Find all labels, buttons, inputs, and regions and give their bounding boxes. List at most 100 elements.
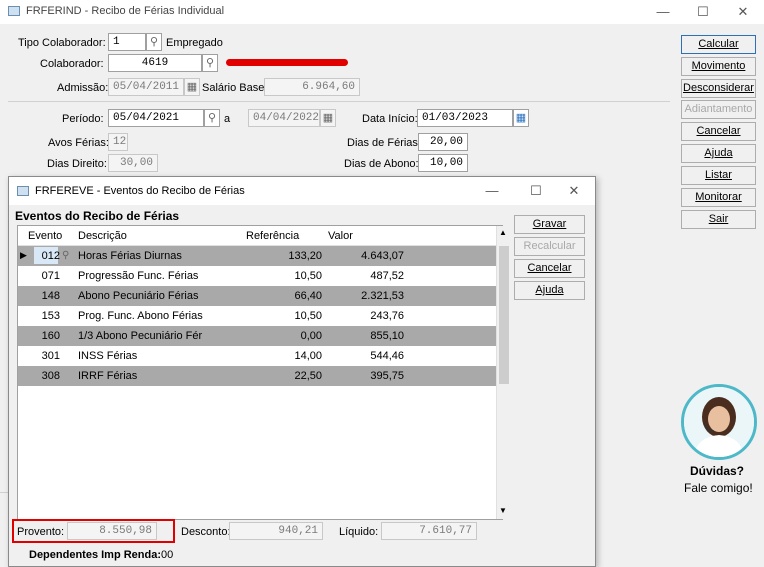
colaborador-label: Colaborador: [40, 58, 104, 70]
cell-referencia: 66,40 [294, 290, 322, 302]
periodo-a-label: a [224, 113, 231, 125]
support-agent-icon [684, 387, 754, 457]
table-row[interactable]: 148 Abono Pecuniário Férias 66,40 2.321,53 [18, 286, 502, 306]
bottom-divider [0, 492, 8, 493]
table-row[interactable]: 160 1/3 Abono Pecuniário Fér 0,00 855,10 [18, 326, 502, 346]
dialog-close-button[interactable]: ✕ [563, 183, 585, 199]
scroll-up-icon[interactable]: ▲ [499, 228, 507, 237]
cell-evento: 301 [41, 350, 60, 362]
ajuda-button[interactable]: Ajuda [681, 144, 756, 163]
dialog-minimize-button[interactable]: — [481, 183, 503, 199]
provento-label: Provento: [17, 526, 65, 538]
cell-valor: 544,46 [370, 350, 404, 362]
inicio-input[interactable]: 01/03/2023 [417, 109, 513, 127]
cell-valor: 4.643,07 [361, 250, 404, 262]
title-bar: FRFERIND - Recibo de Férias Individual —… [0, 0, 764, 24]
table-row[interactable]: 071 Progressão Func. Férias 10,50 487,52 [18, 266, 502, 286]
periodo-to-calendar-icon: ▦ [320, 109, 336, 127]
desconto-input: 940,21 [229, 522, 323, 540]
tipo-input[interactable]: 1 [108, 33, 146, 51]
cell-descricao: Horas Férias Diurnas [78, 250, 182, 262]
row-indicator-icon: ▶ [20, 250, 27, 260]
cell-evento: 153 [41, 310, 60, 322]
recalcular-button: Recalcular [514, 237, 585, 256]
periodo-label: Período: [62, 113, 104, 125]
table-row[interactable]: 308 IRRF Férias 22,50 395,75 [18, 366, 502, 386]
table-row[interactable]: 301 INSS Férias 14,00 544,46 [18, 346, 502, 366]
cell-valor: 487,52 [370, 270, 404, 282]
cell-referencia: 22,50 [294, 370, 322, 382]
admissao-input: 05/04/2011 [108, 78, 184, 96]
cell-evento: 071 [41, 270, 60, 282]
help-subtitle: Fale comigo! [684, 481, 753, 495]
app-icon [8, 6, 20, 16]
cell-evento: 148 [41, 290, 60, 302]
scroll-down-icon[interactable]: ▼ [499, 506, 507, 515]
listar-button[interactable]: Listar [681, 166, 756, 185]
maximize-button[interactable]: ☐ [692, 4, 714, 20]
table-row[interactable]: ▶ ⚲ 012 Horas Férias Diurnas 133,20 4.643,07 [18, 246, 502, 266]
sair-button[interactable]: Sair [681, 210, 756, 229]
dependentes-label: Dependentes Imp Renda: [29, 549, 162, 561]
help-avatar[interactable] [681, 384, 757, 460]
minimize-button[interactable]: — [652, 4, 674, 20]
table-row[interactable]: 153 Prog. Func. Abono Férias 10,50 243,76 [18, 306, 502, 326]
movimento-button[interactable]: Movimento [681, 57, 756, 76]
abono-input[interactable]: 10,00 [418, 154, 468, 172]
inicio-calendar-icon[interactable]: ▦ [513, 109, 529, 127]
adiantamento-button: Adiantamento [681, 100, 756, 119]
liquido-input: 7.610,77 [381, 522, 477, 540]
tipo-label: Tipo Colaborador: [18, 37, 106, 49]
col-referencia: Referência [246, 230, 300, 242]
dias-ferias-input[interactable]: 20,00 [418, 133, 468, 151]
dialog-maximize-button[interactable]: ☐ [525, 183, 547, 199]
dialog-title-bar: FRFEREVE - Eventos do Recibo de Férias —… [9, 177, 595, 205]
provento-input: 8.550,98 [67, 522, 157, 540]
avos-label: Avos Férias: [48, 137, 109, 149]
cell-referencia: 10,50 [294, 310, 322, 322]
row-search-icon[interactable]: ⚲ [62, 250, 69, 261]
inicio-label: Data Início: [362, 113, 418, 125]
cell-evento: 160 [41, 330, 60, 342]
periodo-search-icon[interactable]: ⚲ [204, 109, 220, 127]
direito-input: 30,00 [108, 154, 158, 172]
cell-evento: 012 [41, 250, 60, 262]
desconsiderar-button[interactable]: Desconsiderar [681, 79, 756, 98]
cell-descricao: Progressão Func. Férias [78, 270, 199, 282]
cell-descricao: INSS Férias [78, 350, 138, 362]
cell-valor: 855,10 [370, 330, 404, 342]
abono-label: Dias de Abono: [344, 158, 419, 170]
cancelar-button[interactable]: Cancelar [681, 122, 756, 141]
scroll-thumb[interactable] [499, 246, 509, 384]
colaborador-input[interactable]: 4619 [108, 54, 202, 72]
cell-valor: 395,75 [370, 370, 404, 382]
tipo-desc: Empregado [166, 37, 223, 49]
cell-descricao: Prog. Func. Abono Férias [78, 310, 203, 322]
calcular-button[interactable]: Calcular [681, 35, 756, 54]
close-button[interactable]: ✕ [732, 4, 754, 20]
liquido-label: Líquido: [339, 526, 379, 538]
eventos-grid[interactable]: Evento Descrição Referência Valor ▶ ⚲ 012 H… [17, 225, 510, 520]
periodo-from-input[interactable]: 05/04/2021 [108, 109, 204, 127]
col-valor: Valor [328, 230, 353, 242]
admissao-calendar-icon: ▦ [184, 78, 200, 96]
cell-valor: 243,76 [370, 310, 404, 322]
salario-input: 6.964,60 [264, 78, 360, 96]
direito-label: Dias Direito: [47, 158, 107, 170]
gravar-button[interactable]: Gravar [514, 215, 585, 234]
cell-valor: 2.321,53 [361, 290, 404, 302]
cell-referencia: 0,00 [300, 330, 322, 342]
col-evento: Evento [28, 230, 63, 242]
dialog-heading: Eventos do Recibo de Férias [15, 209, 180, 223]
cell-referencia: 133,20 [288, 250, 322, 262]
tipo-search-icon[interactable]: ⚲ [146, 33, 162, 51]
colaborador-search-icon[interactable]: ⚲ [202, 54, 218, 72]
dialog-cancelar-button[interactable]: Cancelar [514, 259, 585, 278]
dialog-ajuda-button[interactable]: Ajuda [514, 281, 585, 300]
monitorar-button[interactable]: Monitorar [681, 188, 756, 207]
grid-scrollbar[interactable]: ▲ ▼ [496, 226, 510, 519]
periodo-to-input: 04/04/2022 [248, 109, 320, 127]
form-divider [8, 101, 670, 102]
help-question: Dúvidas? [690, 464, 745, 478]
col-descricao: Descrição [78, 230, 127, 242]
